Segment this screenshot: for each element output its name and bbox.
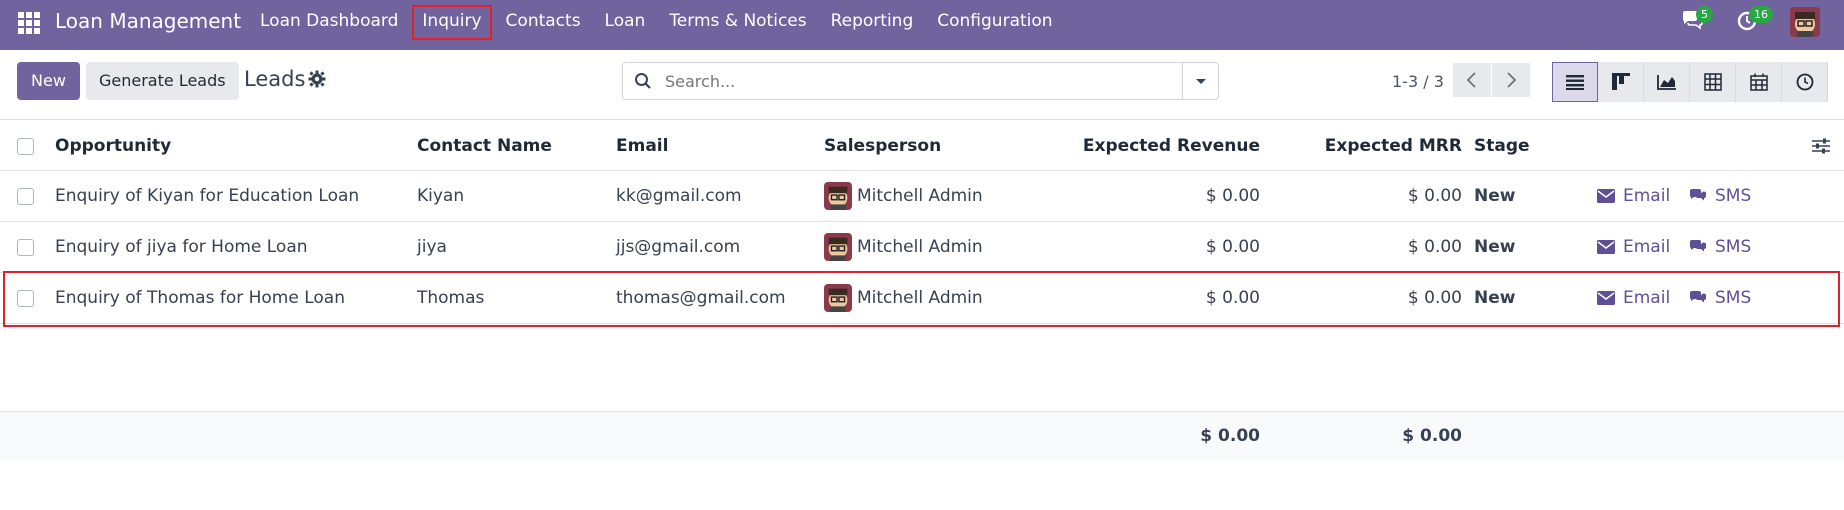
table-row[interactable]: Enquiry of Kiyan for Education Loan Kiya…	[0, 171, 1844, 222]
salesperson-name: Mitchell Admin	[857, 288, 983, 308]
search-input[interactable]	[665, 63, 1145, 99]
email-action-label: Email	[1623, 237, 1671, 257]
expected-mrr-cell: $ 0.00	[1407, 186, 1462, 206]
sms-action-label: SMS	[1715, 186, 1752, 206]
table-row[interactable]: Enquiry of jiya for Home Loan jiya jjs@g…	[0, 222, 1844, 273]
opportunity-cell: Enquiry of jiya for Home Loan	[55, 237, 308, 257]
column-header-email[interactable]: Email	[616, 121, 668, 170]
column-header-stage[interactable]: Stage	[1474, 121, 1530, 170]
salesperson-cell: Mitchell Admin	[824, 273, 983, 323]
calendar-view-icon[interactable]	[1736, 62, 1782, 102]
gear-icon[interactable]	[308, 70, 326, 88]
expected-revenue-cell: $ 0.00	[1205, 186, 1260, 206]
menu-item-loan[interactable]: Loan	[593, 0, 658, 43]
page-title: Leads	[244, 67, 306, 91]
search-options-toggle[interactable]	[1182, 63, 1218, 99]
email-action-button[interactable]: Email	[1597, 171, 1670, 221]
avatar[interactable]	[824, 284, 852, 312]
generate-leads-button[interactable]: Generate Leads	[86, 62, 239, 100]
stage-cell: New	[1474, 186, 1516, 206]
apps-grid-icon[interactable]	[18, 12, 40, 34]
salesperson-name: Mitchell Admin	[857, 186, 983, 206]
activities-badge: 16	[1749, 6, 1773, 23]
contact-name-cell: jiya	[417, 237, 447, 257]
select-all-checkbox[interactable]	[17, 137, 34, 155]
main-menu: Loan Dashboard Inquiry Contacts Loan Ter…	[248, 0, 1065, 43]
total-expected-mrr: $ 0.00	[1402, 426, 1462, 446]
row-checkbox[interactable]	[17, 239, 34, 256]
top-navbar: Loan Management Loan Dashboard Inquiry C…	[0, 0, 1844, 50]
view-switcher	[1552, 62, 1828, 102]
optional-columns-toggle-icon[interactable]	[1812, 121, 1830, 170]
sms-action-button[interactable]: SMS	[1689, 222, 1751, 272]
menu-item-loan-dashboard[interactable]: Loan Dashboard	[248, 0, 410, 43]
pager-next-button[interactable]	[1492, 63, 1530, 97]
list-view-icon[interactable]	[1552, 62, 1598, 102]
salesperson-cell: Mitchell Admin	[824, 222, 983, 272]
opportunity-cell: Enquiry of Thomas for Home Loan	[55, 288, 345, 308]
email-action-button[interactable]: Email	[1597, 273, 1670, 323]
email-cell: kk@gmail.com	[616, 186, 742, 206]
menu-item-contacts[interactable]: Contacts	[494, 0, 593, 43]
email-action-button[interactable]: Email	[1597, 222, 1670, 272]
avatar[interactable]	[824, 182, 852, 210]
sms-action-label: SMS	[1715, 288, 1752, 308]
menu-item-reporting[interactable]: Reporting	[819, 0, 926, 43]
column-header-opportunity[interactable]: Opportunity	[55, 121, 171, 170]
expected-revenue-cell: $ 0.00	[1205, 288, 1260, 308]
new-button[interactable]: New	[17, 62, 80, 100]
column-header-contact-name[interactable]: Contact Name	[417, 121, 552, 170]
table-row[interactable]: Enquiry of Thomas for Home Loan Thomas t…	[0, 271, 1844, 327]
contact-name-cell: Thomas	[417, 288, 485, 308]
sms-action-button[interactable]: SMS	[1689, 273, 1751, 323]
column-header-expected-mrr[interactable]: Expected MRR	[1262, 121, 1462, 170]
row-checkbox[interactable]	[17, 290, 34, 307]
contact-name-cell: Kiyan	[417, 186, 465, 206]
expected-mrr-cell: $ 0.00	[1407, 237, 1462, 257]
email-cell: jjs@gmail.com	[616, 237, 741, 257]
search-bar	[622, 62, 1219, 100]
pivot-view-icon[interactable]	[1690, 62, 1736, 102]
list-empty-space	[0, 324, 1844, 412]
messages-badge: 5	[1696, 6, 1713, 23]
salesperson-cell: Mitchell Admin	[824, 171, 983, 221]
expected-revenue-cell: $ 0.00	[1205, 237, 1260, 257]
control-panel: New Generate Leads Leads 1-3 / 3	[0, 50, 1844, 120]
email-cell: thomas@gmail.com	[616, 288, 786, 308]
salesperson-name: Mitchell Admin	[857, 237, 983, 257]
activity-view-icon[interactable]	[1782, 62, 1828, 102]
sms-action-label: SMS	[1715, 237, 1752, 257]
table-header: Opportunity Contact Name Email Salespers…	[0, 121, 1844, 171]
email-action-label: Email	[1623, 288, 1671, 308]
sms-action-button[interactable]: SMS	[1689, 171, 1751, 221]
menu-item-inquiry[interactable]: Inquiry	[410, 0, 493, 43]
menu-item-configuration[interactable]: Configuration	[925, 0, 1064, 43]
avatar[interactable]	[824, 233, 852, 261]
pager-previous-button[interactable]	[1453, 63, 1491, 97]
column-header-expected-revenue[interactable]: Expected Revenue	[1060, 121, 1260, 170]
table-footer-totals: $ 0.00 $ 0.00	[0, 412, 1844, 460]
menu-item-terms-notices[interactable]: Terms & Notices	[657, 0, 818, 43]
expected-mrr-cell: $ 0.00	[1407, 288, 1462, 308]
total-expected-revenue: $ 0.00	[1200, 426, 1260, 446]
pager-value[interactable]: 1-3 / 3	[1392, 72, 1444, 91]
column-header-salesperson[interactable]: Salesperson	[824, 121, 941, 170]
search-icon	[634, 72, 652, 90]
opportunity-cell: Enquiry of Kiyan for Education Loan	[55, 186, 360, 206]
row-checkbox[interactable]	[17, 188, 34, 205]
stage-cell: New	[1474, 288, 1516, 308]
stage-cell: New	[1474, 237, 1516, 257]
user-avatar[interactable]	[1790, 7, 1820, 37]
leads-list: Opportunity Contact Name Email Salespers…	[0, 121, 1844, 460]
app-title[interactable]: Loan Management	[55, 0, 241, 43]
graph-view-icon[interactable]	[1644, 62, 1690, 102]
kanban-view-icon[interactable]	[1598, 62, 1644, 102]
email-action-label: Email	[1623, 186, 1671, 206]
